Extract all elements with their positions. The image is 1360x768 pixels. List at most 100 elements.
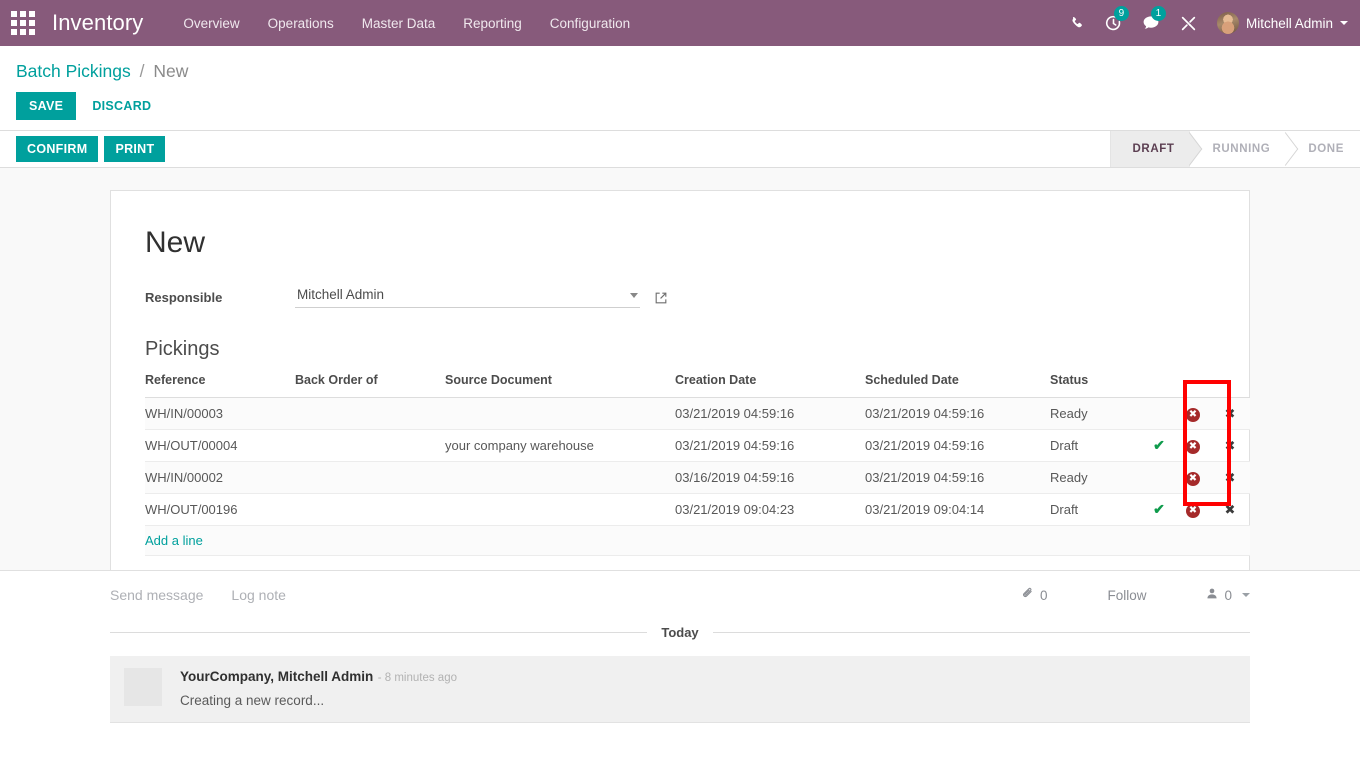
cell-scheduled-date[interactable]: 03/21/2019 04:59:16 <box>865 429 1050 462</box>
phone-icon[interactable] <box>1070 11 1085 35</box>
check-icon[interactable]: ✔ <box>1153 437 1165 453</box>
cell-cancel: ✖ <box>1176 429 1210 462</box>
cell-cancel: ✖ <box>1176 461 1210 494</box>
follow-button[interactable]: Follow <box>1107 588 1146 603</box>
divider-line-right <box>712 632 1251 633</box>
menu-item-operations[interactable]: Operations <box>268 16 334 31</box>
clock-activity-icon[interactable]: 9 <box>1105 6 1129 35</box>
cell-delete: ✖ <box>1210 397 1250 430</box>
column-header-back-order-of[interactable]: Back Order of <box>295 373 445 398</box>
send-message-button[interactable]: Send message <box>110 587 203 603</box>
divider-line-left <box>110 632 648 633</box>
cell-creation-date[interactable]: 03/16/2019 04:59:16 <box>675 461 865 494</box>
cell-reference[interactable]: WH/IN/00003 <box>145 397 295 430</box>
external-link-icon[interactable] <box>654 291 668 305</box>
cell-status[interactable]: Ready <box>1050 461 1142 494</box>
record-edit-actions: SAVE DISCARD <box>16 82 1360 130</box>
discard-button[interactable]: DISCARD <box>90 92 153 120</box>
cell-scheduled-date[interactable]: 03/21/2019 09:04:14 <box>865 493 1050 526</box>
field-row-responsible: Responsible <box>145 287 1215 308</box>
status-step-running[interactable]: RUNNING <box>1190 131 1287 167</box>
menu-item-configuration[interactable]: Configuration <box>550 16 630 31</box>
chevron-down-icon[interactable] <box>630 293 638 298</box>
cell-reference[interactable]: WH/IN/00002 <box>145 461 295 494</box>
cancel-circle-icon[interactable]: ✖ <box>1186 408 1200 422</box>
check-icon[interactable]: ✔ <box>1153 501 1165 517</box>
followers-count[interactable]: 0 <box>1206 587 1250 603</box>
cell-validate: ✔ <box>1142 493 1176 526</box>
cell-scheduled-date[interactable]: 03/21/2019 04:59:16 <box>865 461 1050 494</box>
user-menu[interactable]: Mitchell Admin <box>1216 12 1348 34</box>
cancel-circle-icon[interactable]: ✖ <box>1186 504 1200 518</box>
delete-row-icon[interactable]: ✖ <box>1225 471 1236 486</box>
app-brand-title[interactable]: Inventory <box>52 10 143 36</box>
table-row[interactable]: WH/IN/00003 03/21/2019 04:59:16 03/21/20… <box>145 397 1250 430</box>
responsible-field-wrap[interactable] <box>295 287 640 308</box>
cell-status[interactable]: Draft <box>1050 429 1142 462</box>
list-item: YourCompany, Mitchell Admin - 8 minutes … <box>110 656 1250 723</box>
cell-back-order-of[interactable] <box>295 397 445 430</box>
cell-cancel: ✖ <box>1176 397 1210 430</box>
wrench-tools-icon[interactable] <box>1180 11 1197 35</box>
cell-back-order-of[interactable] <box>295 461 445 494</box>
cell-status[interactable]: Draft <box>1050 493 1142 526</box>
cell-reference[interactable]: WH/OUT/00196 <box>145 493 295 526</box>
cell-creation-date[interactable]: 03/21/2019 04:59:16 <box>675 429 865 462</box>
chatter-right-tools: 0 Follow 0 <box>1021 587 1250 603</box>
cell-validate <box>1142 397 1176 430</box>
cell-source-document[interactable]: your company warehouse <box>445 429 675 462</box>
column-header-cancel <box>1176 373 1210 398</box>
delete-row-icon[interactable]: ✖ <box>1225 407 1236 422</box>
column-header-creation-date[interactable]: Creation Date <box>675 373 865 398</box>
menu-item-overview[interactable]: Overview <box>183 16 239 31</box>
cell-scheduled-date[interactable]: 03/21/2019 04:59:16 <box>865 397 1050 430</box>
confirm-button[interactable]: CONFIRM <box>16 136 99 162</box>
message-header: YourCompany, Mitchell Admin - 8 minutes … <box>180 668 457 686</box>
breadcrumb-root[interactable]: Batch Pickings <box>16 61 131 81</box>
print-button[interactable]: PRINT <box>104 136 166 162</box>
cell-status[interactable]: Ready <box>1050 397 1142 430</box>
table-row[interactable]: WH/IN/00002 03/16/2019 04:59:16 03/21/20… <box>145 461 1250 494</box>
cell-source-document[interactable] <box>445 397 675 430</box>
control-panel: Batch Pickings / New SAVE DISCARD <box>0 46 1360 130</box>
form-sheet: New Responsible Pickings Reference Back <box>110 190 1250 580</box>
pickings-table: Reference Back Order of Source Document … <box>145 373 1250 556</box>
column-header-source-document[interactable]: Source Document <box>445 373 675 398</box>
responsible-input[interactable] <box>295 287 630 304</box>
cell-back-order-of[interactable] <box>295 429 445 462</box>
chatter-toolbar: Send message Log note 0 Follow 0 <box>0 571 1360 619</box>
menu-item-master-data[interactable]: Master Data <box>362 16 436 31</box>
attachment-count[interactable]: 0 <box>1021 587 1047 603</box>
day-divider-label: Today <box>661 625 699 640</box>
day-divider: Today <box>110 625 1251 640</box>
add-line-row[interactable]: Add a line <box>145 525 1250 556</box>
cell-source-document[interactable] <box>445 461 675 494</box>
cancel-circle-icon[interactable]: ✖ <box>1186 440 1200 454</box>
apps-grid-icon[interactable] <box>8 8 38 38</box>
statusbar: DRAFT RUNNING DONE <box>1109 131 1360 167</box>
cell-cancel: ✖ <box>1176 493 1210 526</box>
cell-source-document[interactable] <box>445 493 675 526</box>
menu-item-reporting[interactable]: Reporting <box>463 16 522 31</box>
cell-delete: ✖ <box>1210 429 1250 462</box>
cell-creation-date[interactable]: 03/21/2019 09:04:23 <box>675 493 865 526</box>
cell-back-order-of[interactable] <box>295 493 445 526</box>
column-header-status[interactable]: Status <box>1050 373 1142 398</box>
chat-bubble-icon[interactable]: 1 <box>1142 6 1166 35</box>
column-header-reference[interactable]: Reference <box>145 373 295 398</box>
table-row[interactable]: WH/OUT/00004 your company warehouse 03/2… <box>145 429 1250 462</box>
cell-reference[interactable]: WH/OUT/00004 <box>145 429 295 462</box>
column-header-scheduled-date[interactable]: Scheduled Date <box>865 373 1050 398</box>
cell-delete: ✖ <box>1210 461 1250 494</box>
chevron-down-icon[interactable] <box>1242 593 1250 597</box>
delete-row-icon[interactable]: ✖ <box>1225 439 1236 454</box>
delete-row-icon[interactable]: ✖ <box>1225 503 1236 518</box>
cell-creation-date[interactable]: 03/21/2019 04:59:16 <box>675 397 865 430</box>
cancel-circle-icon[interactable]: ✖ <box>1186 472 1200 486</box>
table-row[interactable]: WH/OUT/00196 03/21/2019 09:04:23 03/21/2… <box>145 493 1250 526</box>
save-button[interactable]: SAVE <box>16 92 77 120</box>
cell-delete: ✖ <box>1210 493 1250 526</box>
status-step-draft[interactable]: DRAFT <box>1109 131 1191 167</box>
log-note-button[interactable]: Log note <box>231 587 286 603</box>
add-a-line-link[interactable]: Add a line <box>145 533 203 548</box>
